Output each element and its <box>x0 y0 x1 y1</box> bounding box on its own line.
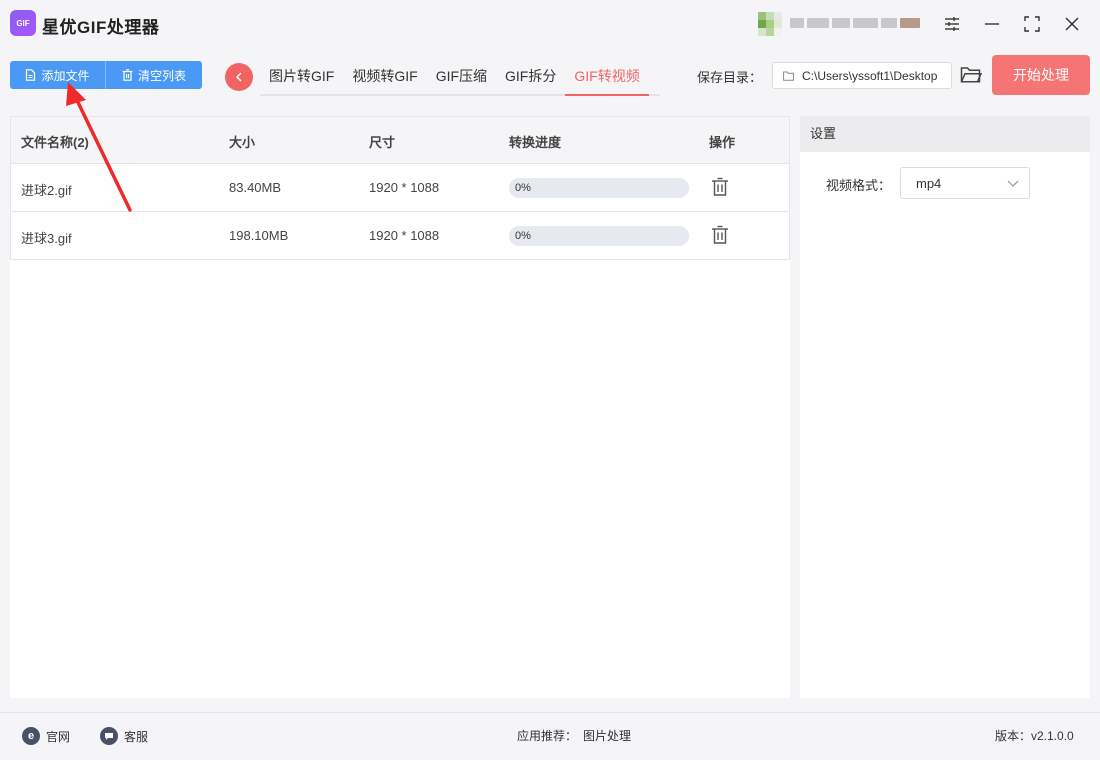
progress-text: 0% <box>515 230 531 242</box>
tab-gif-to-video[interactable]: GIF转视频 <box>565 60 649 96</box>
user-avatar[interactable] <box>758 12 782 36</box>
progress-text: 0% <box>515 182 531 194</box>
file-icon <box>26 69 36 81</box>
back-chevron-button[interactable] <box>225 63 253 91</box>
user-name-blurred[interactable] <box>790 15 920 31</box>
chevron-left-icon <box>235 72 242 82</box>
browse-folder-icon[interactable] <box>959 64 983 86</box>
save-dir-label: 保存目录： <box>697 70 763 85</box>
app-recommend: 应用推荐： 图片处理 <box>517 727 631 744</box>
tool-tabs: 图片转GIF 视频转GIF GIF压缩 GIF拆分 GIF转视频 <box>260 60 660 96</box>
col-header-progress[interactable]: 转换进度 <box>509 132 561 151</box>
file-size: 83.40MB <box>229 180 282 195</box>
progress-bar: 0% <box>509 226 689 246</box>
avatar-pixel <box>774 12 782 20</box>
col-header-size[interactable]: 大小 <box>229 132 255 151</box>
recommend-link[interactable]: 图片处理 <box>583 727 631 744</box>
tab-image-to-gif[interactable]: 图片转GIF <box>260 60 343 94</box>
settings-title: 设置 <box>800 116 1090 152</box>
status-footer: e 官网 客服 应用推荐： 图片处理 版本：v2.1.0.0 <box>0 712 1100 760</box>
minimize-icon[interactable] <box>980 12 1004 36</box>
avatar-pixel <box>766 12 774 20</box>
delete-icon[interactable] <box>711 225 729 245</box>
table-row[interactable]: 进球3.gif 198.10MB 1920 * 1088 0% <box>10 212 790 260</box>
support-link[interactable]: 客服 <box>100 727 148 745</box>
start-processing-button[interactable]: 开始处理 <box>992 55 1090 95</box>
tab-gif-split[interactable]: GIF拆分 <box>496 60 565 94</box>
save-dir-field[interactable]: C:\Users\yssoft1\Desktop <box>772 62 952 89</box>
close-icon[interactable] <box>1060 12 1084 36</box>
file-dimensions: 1920 * 1088 <box>369 228 440 243</box>
avatar-pixel <box>758 20 766 28</box>
col-header-action: 操作 <box>709 135 736 150</box>
progress-bar: 0% <box>509 178 689 198</box>
website-label: 官网 <box>46 729 71 744</box>
col-header-dimensions[interactable]: 尺寸 <box>369 132 395 151</box>
avatar-pixel <box>766 28 774 36</box>
video-format-value: mp4 <box>916 175 942 191</box>
ie-icon: e <box>22 727 40 745</box>
chat-bubble-icon <box>100 727 118 745</box>
file-name: 进球3.gif <box>21 231 72 246</box>
annotation-arrow <box>66 82 132 212</box>
folder-small-icon <box>783 71 794 81</box>
avatar-pixel <box>758 12 766 20</box>
tab-video-to-gif[interactable]: 视频转GIF <box>343 60 426 94</box>
avatar-pixel <box>758 28 766 36</box>
maximize-icon[interactable] <box>1020 12 1044 36</box>
app-title: 星优GIF处理器 <box>42 18 160 37</box>
app-logo-icon: GIF <box>10 10 36 36</box>
avatar-pixel <box>774 28 782 36</box>
recommend-label: 应用推荐： <box>517 729 578 743</box>
video-format-select[interactable]: mp4 <box>900 167 1030 199</box>
settings-panel: 设置 视频格式： mp4 <box>800 116 1090 698</box>
clear-list-label: 清空列表 <box>137 68 186 83</box>
video-format-label: 视频格式： <box>826 178 892 193</box>
avatar-pixel <box>766 20 774 28</box>
website-link[interactable]: e 官网 <box>22 727 70 745</box>
support-label: 客服 <box>124 729 149 744</box>
settings-icon[interactable] <box>940 12 964 36</box>
delete-icon[interactable] <box>711 177 729 197</box>
file-dimensions: 1920 * 1088 <box>369 180 440 195</box>
save-dir-path: C:\Users\yssoft1\Desktop <box>802 68 938 83</box>
title-bar: GIF 星优GIF处理器 <box>0 0 1100 48</box>
tab-gif-compress[interactable]: GIF压缩 <box>427 60 496 94</box>
avatar-pixel <box>774 20 782 28</box>
file-size: 198.10MB <box>229 228 289 243</box>
version-text: 版本：v2.1.0.0 <box>995 729 1074 743</box>
chevron-down-icon <box>1007 180 1019 187</box>
